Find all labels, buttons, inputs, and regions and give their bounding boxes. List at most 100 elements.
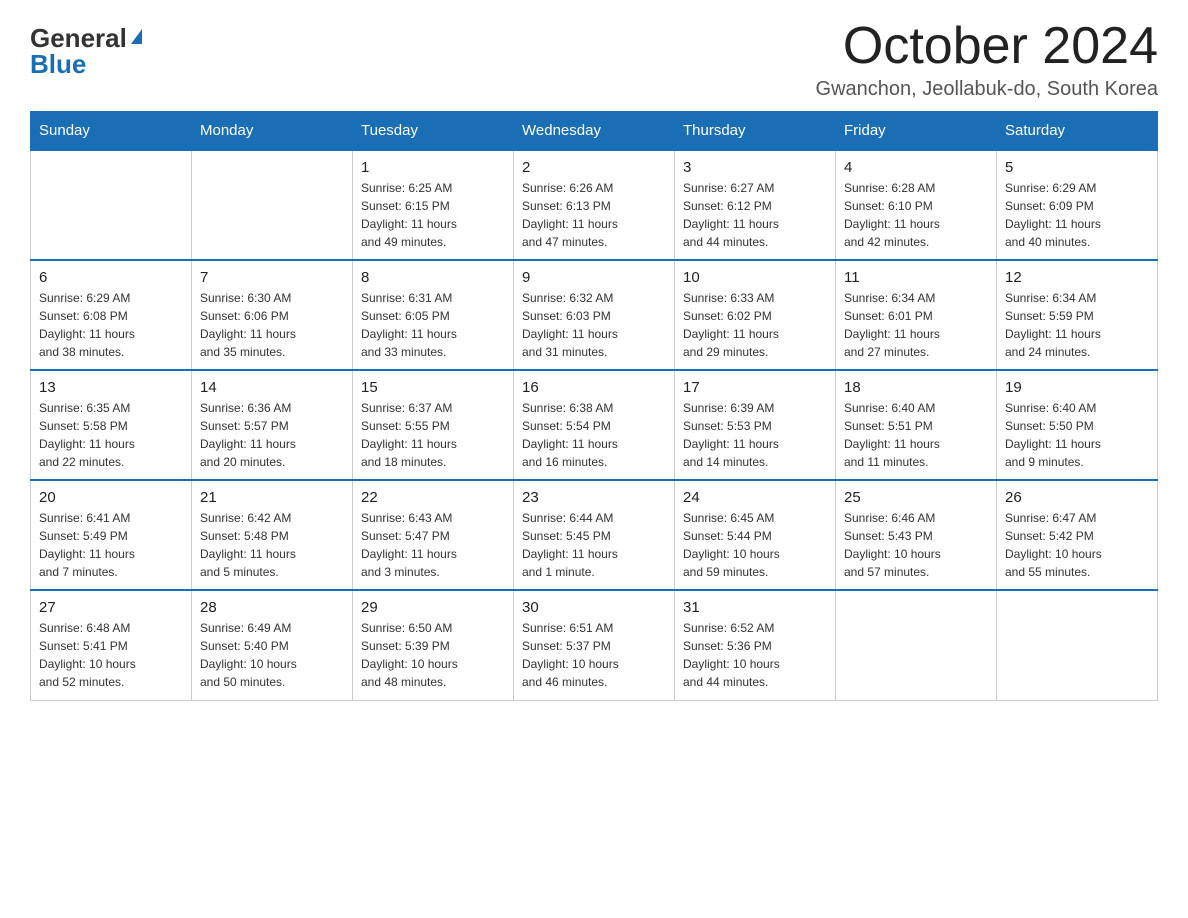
day-info: Sunrise: 6:43 AM Sunset: 5:47 PM Dayligh… bbox=[361, 509, 505, 581]
day-info: Sunrise: 6:48 AM Sunset: 5:41 PM Dayligh… bbox=[39, 619, 183, 691]
day-info: Sunrise: 6:42 AM Sunset: 5:48 PM Dayligh… bbox=[200, 509, 344, 581]
calendar-cell: 6 Sunrise: 6:29 AM Sunset: 6:08 PM Daylig… bbox=[31, 260, 192, 370]
day-info: Sunrise: 6:30 AM Sunset: 6:06 PM Dayligh… bbox=[200, 289, 344, 361]
calendar-cell: 11 Sunrise: 6:34 AM Sunset: 6:01 PM Dayli… bbox=[836, 260, 997, 370]
calendar-cell: 10Sunrise: 6:33 AM Sunset: 6:02 PM Dayli… bbox=[675, 260, 836, 370]
day-info: Sunrise: 6:25 AM Sunset: 6:15 PM Dayligh… bbox=[361, 179, 505, 251]
calendar-header-row: SundayMondayTuesdayWednesdayThursdayFrid… bbox=[31, 112, 1158, 151]
calendar-cell: 15 Sunrise: 6:37 AM Sunset: 5:55 PM Dayli… bbox=[353, 370, 514, 480]
day-number: 18 bbox=[844, 379, 988, 396]
calendar-cell: 14 Sunrise: 6:36 AM Sunset: 5:57 PM Dayli… bbox=[192, 370, 353, 480]
day-info: Sunrise: 6:37 AM Sunset: 5:55 PM Dayligh… bbox=[361, 399, 505, 471]
day-info: Sunrise: 6:29 AM Sunset: 6:09 PM Dayligh… bbox=[1005, 179, 1149, 251]
calendar-week-row: 20 Sunrise: 6:41 AM Sunset: 5:49 PM Dayli… bbox=[31, 480, 1158, 590]
day-info: Sunrise: 6:47 AM Sunset: 5:42 PM Dayligh… bbox=[1005, 509, 1149, 581]
calendar-cell: 21 Sunrise: 6:42 AM Sunset: 5:48 PM Dayli… bbox=[192, 480, 353, 590]
day-info: Sunrise: 6:26 AM Sunset: 6:13 PM Dayligh… bbox=[522, 179, 666, 251]
logo: General Blue bbox=[30, 20, 142, 77]
calendar-cell: 17 Sunrise: 6:39 AM Sunset: 5:53 PM Dayli… bbox=[675, 370, 836, 480]
day-number: 10 bbox=[683, 269, 827, 286]
calendar-cell: 31 Sunrise: 6:52 AM Sunset: 5:36 PM Dayli… bbox=[675, 590, 836, 700]
calendar-cell: 24Sunrise: 6:45 AM Sunset: 5:44 PM Dayli… bbox=[675, 480, 836, 590]
calendar-week-row: 27 Sunrise: 6:48 AM Sunset: 5:41 PM Dayli… bbox=[31, 590, 1158, 700]
day-number: 2 bbox=[522, 159, 666, 176]
day-info: Sunrise: 6:45 AM Sunset: 5:44 PM Dayligh… bbox=[683, 509, 827, 581]
calendar-cell: 8Sunrise: 6:31 AM Sunset: 6:05 PM Daylig… bbox=[353, 260, 514, 370]
calendar-cell: 2 Sunrise: 6:26 AM Sunset: 6:13 PM Daylig… bbox=[514, 150, 675, 260]
day-info: Sunrise: 6:34 AM Sunset: 6:01 PM Dayligh… bbox=[844, 289, 988, 361]
calendar-table: SundayMondayTuesdayWednesdayThursdayFrid… bbox=[30, 111, 1158, 701]
column-header-tuesday: Tuesday bbox=[353, 112, 514, 151]
day-number: 16 bbox=[522, 379, 666, 396]
day-number: 19 bbox=[1005, 379, 1149, 396]
calendar-cell: 19 Sunrise: 6:40 AM Sunset: 5:50 PM Dayli… bbox=[997, 370, 1158, 480]
day-number: 11 bbox=[844, 269, 988, 286]
day-number: 4 bbox=[844, 159, 988, 176]
column-header-saturday: Saturday bbox=[997, 112, 1158, 151]
day-number: 27 bbox=[39, 599, 183, 616]
day-info: Sunrise: 6:40 AM Sunset: 5:51 PM Dayligh… bbox=[844, 399, 988, 471]
calendar-week-row: 1 Sunrise: 6:25 AM Sunset: 6:15 PM Daylig… bbox=[31, 150, 1158, 260]
day-info: Sunrise: 6:44 AM Sunset: 5:45 PM Dayligh… bbox=[522, 509, 666, 581]
day-number: 17 bbox=[683, 379, 827, 396]
calendar-cell: 26 Sunrise: 6:47 AM Sunset: 5:42 PM Dayli… bbox=[997, 480, 1158, 590]
day-number: 25 bbox=[844, 489, 988, 506]
calendar-cell: 20 Sunrise: 6:41 AM Sunset: 5:49 PM Dayli… bbox=[31, 480, 192, 590]
day-number: 21 bbox=[200, 489, 344, 506]
day-number: 8 bbox=[361, 269, 505, 286]
day-info: Sunrise: 6:46 AM Sunset: 5:43 PM Dayligh… bbox=[844, 509, 988, 581]
calendar-cell: 3 Sunrise: 6:27 AM Sunset: 6:12 PM Daylig… bbox=[675, 150, 836, 260]
column-header-monday: Monday bbox=[192, 112, 353, 151]
day-info: Sunrise: 6:38 AM Sunset: 5:54 PM Dayligh… bbox=[522, 399, 666, 471]
day-number: 15 bbox=[361, 379, 505, 396]
calendar-cell bbox=[192, 150, 353, 260]
calendar-cell: 28 Sunrise: 6:49 AM Sunset: 5:40 PM Dayli… bbox=[192, 590, 353, 700]
day-number: 20 bbox=[39, 489, 183, 506]
day-info: Sunrise: 6:36 AM Sunset: 5:57 PM Dayligh… bbox=[200, 399, 344, 471]
day-number: 7 bbox=[200, 269, 344, 286]
day-number: 26 bbox=[1005, 489, 1149, 506]
logo-triangle-icon bbox=[131, 29, 142, 44]
calendar-cell: 1 Sunrise: 6:25 AM Sunset: 6:15 PM Daylig… bbox=[353, 150, 514, 260]
day-number: 3 bbox=[683, 159, 827, 176]
calendar-cell: 7 Sunrise: 6:30 AM Sunset: 6:06 PM Daylig… bbox=[192, 260, 353, 370]
location-text: Gwanchon, Jeollabuk-do, South Korea bbox=[816, 78, 1158, 101]
page-header: General Blue October 2024 Gwanchon, Jeol… bbox=[30, 20, 1158, 101]
day-info: Sunrise: 6:41 AM Sunset: 5:49 PM Dayligh… bbox=[39, 509, 183, 581]
day-info: Sunrise: 6:34 AM Sunset: 5:59 PM Dayligh… bbox=[1005, 289, 1149, 361]
day-number: 1 bbox=[361, 159, 505, 176]
logo-general-text: General bbox=[30, 25, 127, 51]
day-number: 6 bbox=[39, 269, 183, 286]
calendar-cell: 30Sunrise: 6:51 AM Sunset: 5:37 PM Dayli… bbox=[514, 590, 675, 700]
calendar-cell: 16 Sunrise: 6:38 AM Sunset: 5:54 PM Dayli… bbox=[514, 370, 675, 480]
day-number: 22 bbox=[361, 489, 505, 506]
day-info: Sunrise: 6:52 AM Sunset: 5:36 PM Dayligh… bbox=[683, 619, 827, 691]
day-number: 12 bbox=[1005, 269, 1149, 286]
day-info: Sunrise: 6:51 AM Sunset: 5:37 PM Dayligh… bbox=[522, 619, 666, 691]
column-header-thursday: Thursday bbox=[675, 112, 836, 151]
calendar-cell: 4Sunrise: 6:28 AM Sunset: 6:10 PM Daylig… bbox=[836, 150, 997, 260]
day-number: 14 bbox=[200, 379, 344, 396]
day-number: 13 bbox=[39, 379, 183, 396]
calendar-cell bbox=[997, 590, 1158, 700]
calendar-cell: 13Sunrise: 6:35 AM Sunset: 5:58 PM Dayli… bbox=[31, 370, 192, 480]
day-info: Sunrise: 6:40 AM Sunset: 5:50 PM Dayligh… bbox=[1005, 399, 1149, 471]
calendar-cell: 18 Sunrise: 6:40 AM Sunset: 5:51 PM Dayli… bbox=[836, 370, 997, 480]
column-header-wednesday: Wednesday bbox=[514, 112, 675, 151]
day-number: 29 bbox=[361, 599, 505, 616]
day-number: 28 bbox=[200, 599, 344, 616]
day-info: Sunrise: 6:29 AM Sunset: 6:08 PM Dayligh… bbox=[39, 289, 183, 361]
day-info: Sunrise: 6:27 AM Sunset: 6:12 PM Dayligh… bbox=[683, 179, 827, 251]
calendar-cell: 22 Sunrise: 6:43 AM Sunset: 5:47 PM Dayli… bbox=[353, 480, 514, 590]
day-number: 5 bbox=[1005, 159, 1149, 176]
day-number: 23 bbox=[522, 489, 666, 506]
logo-blue-text: Blue bbox=[30, 51, 86, 77]
month-title: October 2024 bbox=[816, 20, 1158, 72]
calendar-cell bbox=[836, 590, 997, 700]
calendar-week-row: 13Sunrise: 6:35 AM Sunset: 5:58 PM Dayli… bbox=[31, 370, 1158, 480]
calendar-cell: 5 Sunrise: 6:29 AM Sunset: 6:09 PM Daylig… bbox=[997, 150, 1158, 260]
day-info: Sunrise: 6:39 AM Sunset: 5:53 PM Dayligh… bbox=[683, 399, 827, 471]
day-number: 31 bbox=[683, 599, 827, 616]
column-header-sunday: Sunday bbox=[31, 112, 192, 151]
day-info: Sunrise: 6:49 AM Sunset: 5:40 PM Dayligh… bbox=[200, 619, 344, 691]
